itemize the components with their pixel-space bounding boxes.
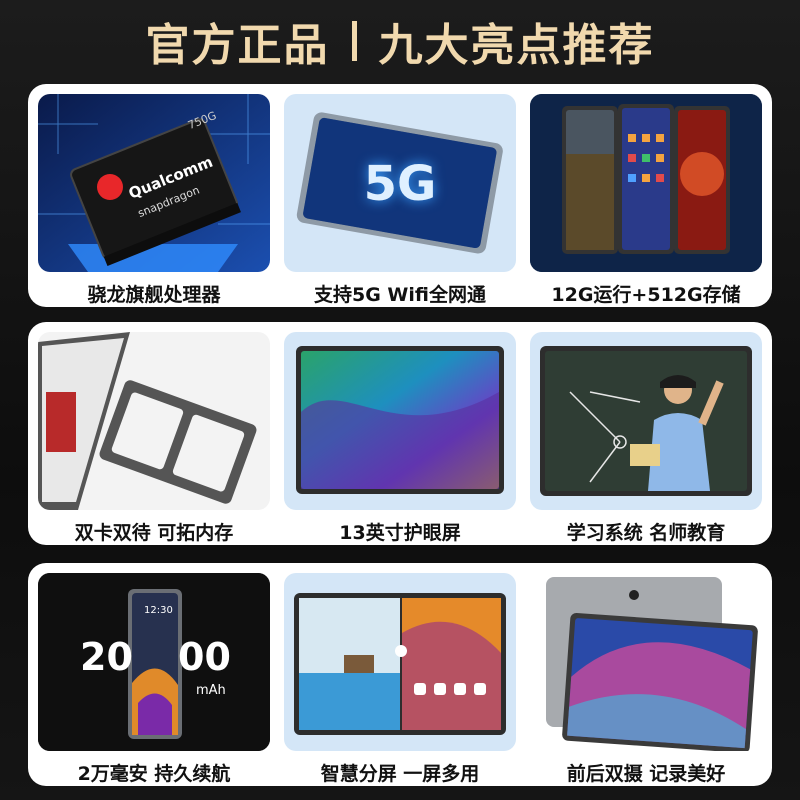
feature-caption: 骁龙旗舰处理器 (87, 283, 221, 306)
feature-panel-row-1: Qualcomm snapdragon 750G 骁龙旗舰处理器 5G 支持5G… (28, 84, 772, 307)
feature-caption: 双卡双待 可拓内存 (74, 521, 234, 544)
feature-5g: 5G 支持5G Wifi全网通 (284, 94, 516, 310)
battery-capacity-right: 00 (178, 635, 231, 679)
feature-education: 学习系统 名师教育 (530, 332, 762, 548)
battery-capacity-left: 20 (80, 635, 133, 679)
battery-screen-time: 12:30 (144, 605, 173, 616)
feature-caption: 12G运行+512G存储 (551, 283, 741, 306)
feature-caption: 前后双摄 记录美好 (566, 762, 726, 785)
feature-panel-row-3: 12:30 20 00 mAh 2万毫安 持久续航 智慧分屏 一屏多用 前后双摄… (28, 563, 772, 786)
feature-storage: 12G运行+512G存储 (530, 94, 762, 310)
feature-caption: 2万毫安 持久续航 (77, 762, 231, 785)
feature-processor: Qualcomm snapdragon 750G 骁龙旗舰处理器 (38, 94, 270, 310)
feature-dual-sim: 双卡双待 可拓内存 (38, 332, 270, 548)
feature-split-screen: 智慧分屏 一屏多用 (284, 573, 516, 789)
title-right: 九大亮点推荐 (378, 20, 655, 71)
sim-tray-image (38, 332, 270, 510)
camera-tablet-image (530, 573, 762, 751)
feature-caption: 学习系统 名师教育 (566, 521, 726, 544)
feature-eye-care-screen: 13英寸护眼屏 (284, 332, 516, 548)
feature-caption: 智慧分屏 一屏多用 (320, 762, 480, 785)
feature-caption: 13英寸护眼屏 (339, 521, 461, 544)
5g-badge: 5G (363, 156, 437, 212)
feature-dual-camera: 前后双摄 记录美好 (530, 573, 762, 789)
split-screen-image (284, 573, 516, 751)
battery-unit: mAh (196, 683, 226, 698)
title-divider (351, 21, 357, 61)
storage-tablets-image (530, 94, 762, 272)
feature-panel-row-2: 双卡双待 可拓内存 13英寸护眼屏 学习系统 名师教育 (28, 322, 772, 545)
teacher-image (530, 332, 762, 510)
page-title: 官方正品 九大亮点推荐 (0, 0, 800, 82)
battery-image: 12:30 20 00 mAh (38, 573, 270, 751)
feature-battery: 12:30 20 00 mAh 2万毫安 持久续航 (38, 573, 270, 789)
processor-image: Qualcomm snapdragon 750G (38, 94, 270, 272)
5g-tablet-image: 5G (284, 94, 516, 272)
feature-caption: 支持5G Wifi全网通 (314, 283, 486, 306)
title-left: 官方正品 (145, 20, 330, 71)
screen-image (284, 332, 516, 510)
